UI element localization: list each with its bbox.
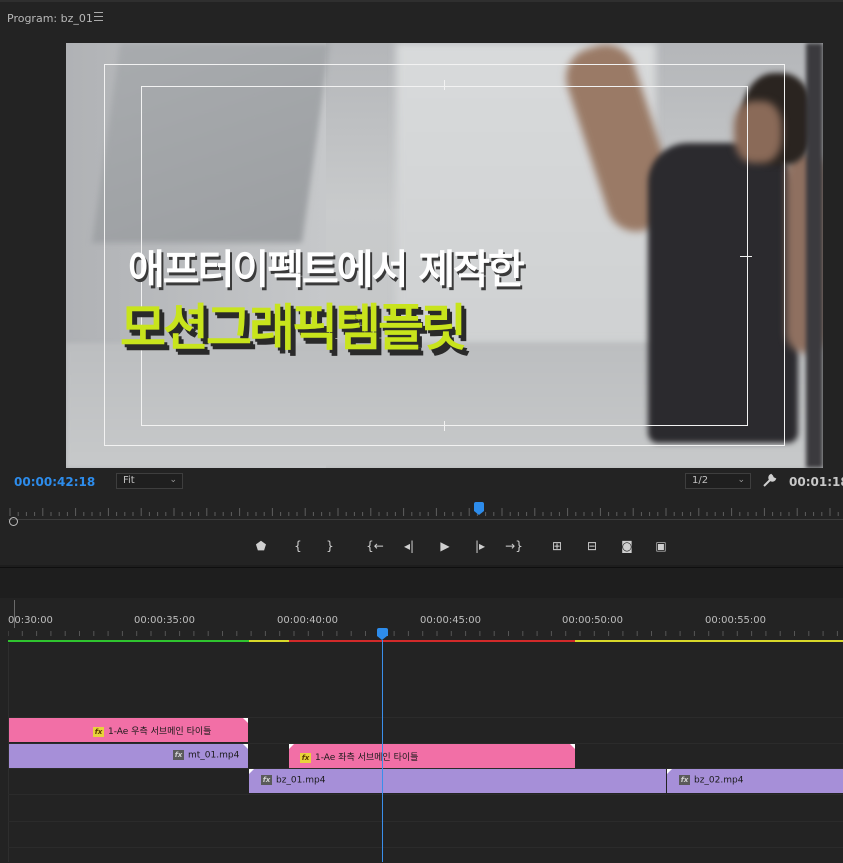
timeline-clip-video[interactable]: fx bz_01.mp4 (249, 769, 666, 793)
ruler-label: 00:00:50:00 (562, 615, 624, 626)
marker-icon: ⬟ (255, 539, 267, 553)
timeline-clip-graphic[interactable]: fx 1-Ae 우측 서브메인 타이틀 (9, 718, 248, 742)
fx-badge-icon: fx (679, 775, 690, 785)
safe-margin-tick (444, 421, 445, 431)
fx-badge-icon: fx (173, 750, 184, 760)
timeline-clip-video[interactable]: fx bz_02.mp4 (667, 769, 843, 793)
ruler-label: 00:00:40:00 (277, 615, 339, 626)
scrubber-start-handle[interactable] (9, 517, 18, 526)
go-to-in-icon: {← (366, 539, 384, 553)
clip-end-marker (243, 744, 248, 749)
wrench-icon[interactable] (762, 473, 777, 492)
zoom-level-dropdown[interactable]: Fit ⌄ (116, 473, 183, 489)
lift-button[interactable]: ⊞ (548, 537, 566, 555)
safe-margin-tick (444, 80, 445, 90)
export-frame-button[interactable]: ◙ (618, 537, 636, 555)
extract-icon: ⊟ (586, 539, 598, 553)
ruler-label: 00:00:55:00 (705, 615, 767, 626)
ruler-label: 00:00:35:00 (134, 615, 196, 626)
play-icon: ▶ (440, 539, 450, 553)
mini-time-ruler[interactable] (8, 505, 843, 517)
mark-out-icon: } (326, 539, 334, 553)
mark-in-button[interactable]: { (289, 537, 307, 555)
clip-label: mt_01.mp4 (188, 750, 240, 761)
step-forward-button[interactable]: |▸ (471, 537, 489, 555)
playback-resolution-dropdown[interactable]: 1/2 ⌄ (685, 473, 751, 489)
hamburger-icon[interactable] (94, 12, 103, 21)
mark-out-button[interactable]: } (321, 537, 339, 555)
timeline-panel (0, 567, 843, 863)
mark-in-icon: { (294, 539, 302, 553)
go-to-out-icon: →} (505, 539, 523, 553)
render-bar-rendered (8, 640, 249, 642)
render-bar-unrendered (249, 640, 289, 642)
fx-badge-icon: fx (93, 726, 104, 737)
program-monitor-header: Program: bz_01 (0, 2, 843, 32)
render-bar-needs-render (289, 640, 575, 642)
timeline-clip-graphic[interactable]: fx 1-Ae 좌측 서브메인 타이틀 (289, 744, 575, 768)
go-to-out-button[interactable]: →} (505, 537, 523, 555)
extract-button[interactable]: ⊟ (583, 537, 601, 555)
video-edge-shadow (806, 43, 823, 468)
title-overlay-line1: 애프터이펙트에서 제작한 (128, 247, 525, 293)
track-divider (8, 847, 843, 848)
duration-timecode: 00:01:18 (789, 475, 843, 489)
timeline-clip-video[interactable]: fx mt_01.mp4 (9, 744, 248, 768)
track-divider (8, 794, 843, 795)
clip-start-marker (249, 769, 254, 774)
mini-playhead-tip (474, 511, 484, 515)
step-forward-icon: |▸ (474, 539, 486, 553)
fx-badge-icon: fx (261, 775, 272, 785)
clip-end-marker (243, 718, 248, 723)
compare-icon: ▣ (655, 539, 667, 553)
clip-label: 1-Ae 우측 서브메인 타이틀 (108, 727, 212, 737)
step-back-button[interactable]: ◂| (400, 537, 418, 555)
chevron-down-icon: ⌄ (737, 475, 745, 485)
mini-ruler-baseline (8, 519, 843, 520)
timeline-header (0, 568, 843, 598)
playhead-timecode[interactable]: 00:00:42:18 (14, 475, 95, 489)
timeline-playhead[interactable] (377, 628, 388, 636)
step-back-icon: ◂| (403, 539, 415, 553)
title-overlay-line2: 모션그래픽템플릿 (120, 299, 467, 357)
lift-icon: ⊞ (551, 539, 563, 553)
timeline-ruler[interactable] (8, 628, 843, 636)
clip-end-marker (570, 744, 575, 749)
add-marker-button[interactable]: ⬟ (252, 537, 270, 555)
camera-icon: ◙ (621, 539, 633, 553)
ruler-label: 00:00:45:00 (420, 615, 482, 626)
mini-playhead[interactable] (474, 502, 484, 511)
clip-label: 1-Ae 좌측 서브메인 타이틀 (315, 753, 419, 763)
timeline-playhead-tip (377, 636, 387, 640)
safe-margin-tick (740, 256, 752, 257)
track-divider (8, 821, 843, 822)
playback-resolution-value: 1/2 (692, 475, 709, 486)
fx-badge-icon: fx (300, 752, 311, 763)
program-monitor-title[interactable]: Program: bz_01 (7, 12, 93, 25)
clip-start-marker (667, 769, 672, 774)
play-button[interactable]: ▶ (436, 537, 454, 555)
timeline-playhead-line (382, 640, 383, 862)
clip-label: bz_02.mp4 (694, 775, 744, 786)
render-bar-unrendered (575, 640, 843, 642)
ruler-label: 00:30:00 (8, 615, 53, 626)
go-to-in-button[interactable]: {← (366, 537, 384, 555)
clip-start-marker (289, 744, 294, 749)
compare-view-button[interactable]: ▣ (652, 537, 670, 555)
clip-label: bz_01.mp4 (276, 775, 326, 786)
chevron-down-icon: ⌄ (169, 475, 177, 485)
zoom-level-value: Fit (123, 475, 135, 486)
